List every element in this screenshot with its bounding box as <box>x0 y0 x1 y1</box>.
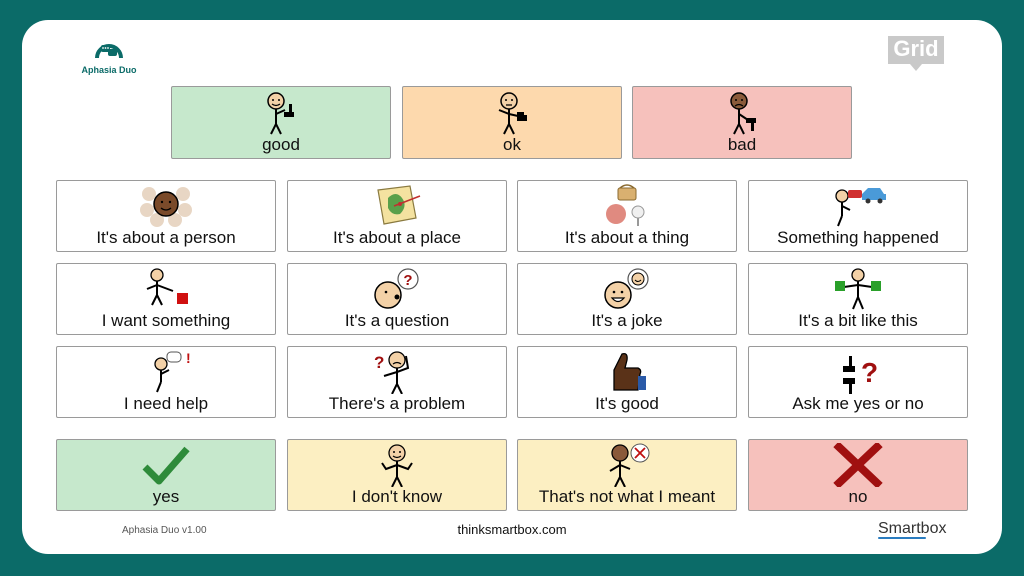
thumbs-up-person-icon <box>172 90 390 135</box>
something-happened-label: Something happened <box>777 228 939 247</box>
yes-button[interactable]: yes <box>56 439 276 511</box>
bad-button[interactable]: bad <box>632 86 852 159</box>
grid-badge: Grid <box>886 34 946 79</box>
problem-button[interactable]: ? There's a problem <box>287 346 507 418</box>
laughing-face-icon <box>518 267 736 311</box>
something-happened-button[interactable]: Something happened <box>748 180 968 252</box>
question-label: It's a question <box>344 311 450 330</box>
group-of-people-icon <box>57 184 275 228</box>
person-pointing-icon <box>57 267 275 311</box>
website-link[interactable]: thinksmartbox.com <box>0 522 1024 537</box>
not-what-i-meant-label: That's not what I meant <box>538 487 716 506</box>
check-mark-icon <box>57 443 275 487</box>
ask-yes-no-label: Ask me yes or no <box>792 394 924 413</box>
bit-like-this-label: It's a bit like this <box>798 311 918 330</box>
bit-like-this-button[interactable]: It's a bit like this <box>748 263 968 335</box>
dont-know-label: I don't know <box>351 487 443 506</box>
person-holding-cards-icon <box>749 267 967 311</box>
about-place-label: It's about a place <box>333 228 461 247</box>
yes-label: yes <box>152 487 180 506</box>
car-crash-icon <box>749 184 967 228</box>
person-help-icon: ! <box>57 350 275 394</box>
no-label: no <box>848 487 868 506</box>
thumbs-down-person-icon <box>633 90 851 135</box>
speech-bubbles-icon <box>95 44 123 59</box>
about-place-button[interactable]: It's about a place <box>287 180 507 252</box>
person-wrong-icon <box>518 443 736 487</box>
about-thing-label: It's about a thing <box>564 228 690 247</box>
want-something-button[interactable]: I want something <box>56 263 276 335</box>
need-help-button[interactable]: ! I need help <box>56 346 276 418</box>
ok-button[interactable]: ok <box>402 86 622 159</box>
ask-yes-no-button[interactable]: ? Ask me yes or no <box>748 346 968 418</box>
about-thing-button[interactable]: It's about a thing <box>517 180 737 252</box>
cross-mark-icon <box>749 443 967 487</box>
question-speech-icon: ? <box>288 267 506 311</box>
ok-label: ok <box>503 135 521 154</box>
grid-badge-text: Grid <box>893 36 939 61</box>
problem-label: There's a problem <box>328 394 466 413</box>
svg-text:?: ? <box>374 353 384 372</box>
confused-person-icon: ? <box>288 350 506 394</box>
no-button[interactable]: no <box>748 439 968 511</box>
shrugging-person-icon <box>288 443 506 487</box>
good-button[interactable]: good <box>171 86 391 159</box>
smartbox-underline <box>878 537 926 539</box>
its-good-button[interactable]: It's good <box>517 346 737 418</box>
thumbs-up-hand-icon <box>518 350 736 394</box>
dont-know-button[interactable]: I don't know <box>287 439 507 511</box>
want-something-label: I want something <box>101 311 231 330</box>
question-button[interactable]: ? It's a question <box>287 263 507 335</box>
svg-text:?: ? <box>403 272 412 289</box>
joke-button[interactable]: It's a joke <box>517 263 737 335</box>
need-help-label: I need help <box>123 394 209 413</box>
map-icon <box>288 184 506 228</box>
joke-label: It's a joke <box>591 311 663 330</box>
its-good-label: It's good <box>595 394 659 413</box>
aphasia-duo-logo: Aphasia Duo <box>74 34 144 75</box>
thumbs-question-icon: ? <box>749 350 967 394</box>
thumbs-sideways-person-icon <box>403 90 621 135</box>
about-person-button[interactable]: It's about a person <box>56 180 276 252</box>
about-person-label: It's about a person <box>96 228 236 247</box>
smartbox-text: Smartbox <box>878 520 947 537</box>
good-label: good <box>262 135 300 154</box>
objects-icon <box>518 184 736 228</box>
smartbox-logo: Smartbox <box>878 520 946 539</box>
not-what-i-meant-button[interactable]: That's not what I meant <box>517 439 737 511</box>
svg-text:!: ! <box>186 350 191 366</box>
svg-text:?: ? <box>861 357 878 388</box>
logo-text: Aphasia Duo <box>81 65 137 75</box>
bad-label: bad <box>727 135 757 154</box>
